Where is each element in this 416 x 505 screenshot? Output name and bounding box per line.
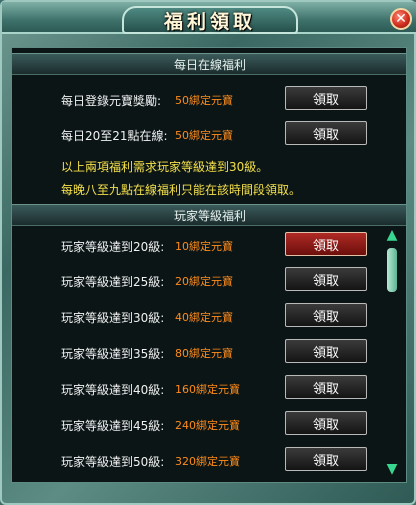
claim-button-level-20[interactable]: 領取 (285, 232, 367, 256)
level-row-label: 玩家等級達到40級: (61, 383, 165, 397)
daily-row-label: 每日登錄元寶獎勵: (61, 94, 162, 108)
level-row: 玩家等級達到20級: 10綁定元寶 領取 (12, 232, 406, 258)
level-row-reward: 10綁定元寶 (175, 240, 233, 253)
welfare-window: 福利領取 ✕ 每日在線福利 每日登錄元寶獎勵: 50綁定元寶 領取 每日20至2… (0, 0, 416, 505)
daily-section-title: 每日在線福利 (173, 57, 246, 72)
claim-button-daily-login[interactable]: 領取 (285, 86, 367, 110)
level-section-header: 玩家等級福利 (12, 204, 406, 226)
claim-button-level-45[interactable]: 領取 (285, 411, 367, 435)
level-row-label: 玩家等級達到20級: (61, 240, 165, 254)
title-bar[interactable]: 福利領取 ✕ (2, 2, 416, 34)
daily-row-online: 每日20至21點在線: 50綁定元寶 領取 (12, 121, 406, 147)
daily-row-login: 每日登錄元寶獎勵: 50綁定元寶 領取 (12, 86, 406, 112)
claim-button-daily-online[interactable]: 領取 (285, 121, 367, 145)
close-icon: ✕ (395, 11, 407, 27)
title-plate: 福利領取 (122, 6, 298, 34)
level-row: 玩家等級達到40級: 160綁定元寶 領取 (12, 375, 406, 401)
level-row-reward: 320綁定元寶 (175, 455, 240, 468)
level-row-reward: 160綁定元寶 (175, 383, 240, 396)
claim-button-level-35[interactable]: 領取 (285, 339, 367, 363)
level-row-reward: 20綁定元寶 (175, 275, 233, 288)
level-section-title: 玩家等級福利 (173, 208, 246, 223)
scrollbar[interactable]: ▲ ▼ (384, 228, 400, 478)
level-row: 玩家等級達到50級: 320綁定元寶 領取 (12, 447, 406, 473)
scroll-down-arrow-icon[interactable]: ▼ (384, 462, 400, 476)
scroll-thumb[interactable] (387, 248, 397, 292)
daily-row-reward: 50綁定元寶 (175, 129, 233, 142)
level-row-reward: 80綁定元寶 (175, 347, 233, 360)
claim-button-level-40[interactable]: 領取 (285, 375, 367, 399)
daily-section-header: 每日在線福利 (12, 53, 406, 75)
level-row: 玩家等級達到35級: 80綁定元寶 領取 (12, 339, 406, 365)
level-row-reward: 240綁定元寶 (175, 419, 240, 432)
content-panel: 每日在線福利 每日登錄元寶獎勵: 50綁定元寶 領取 每日20至21點在線: 5… (11, 47, 407, 483)
level-row-reward: 40綁定元寶 (175, 311, 233, 324)
level-row: 玩家等級達到25級: 20綁定元寶 領取 (12, 267, 406, 293)
claim-button-level-30[interactable]: 領取 (285, 303, 367, 327)
level-row-label: 玩家等級達到25級: (61, 275, 165, 289)
level-row: 玩家等級達到30級: 40綁定元寶 領取 (12, 303, 406, 329)
level-row-label: 玩家等級達到50級: (61, 455, 165, 469)
close-button[interactable]: ✕ (390, 8, 412, 30)
daily-note-timewindow: 每晚八至九點在線福利只能在該時間段領取。 (61, 183, 302, 197)
level-row: 玩家等級達到45級: 240綁定元寶 領取 (12, 411, 406, 437)
window-title: 福利領取 (163, 10, 256, 33)
daily-note-requirement: 以上兩項福利需求玩家等級達到30級。 (61, 160, 269, 174)
scroll-up-arrow-icon[interactable]: ▲ (384, 228, 400, 242)
claim-button-level-25[interactable]: 領取 (285, 267, 367, 291)
level-row-label: 玩家等級達到35級: (61, 347, 165, 361)
daily-row-label: 每日20至21點在線: (61, 129, 168, 143)
claim-button-level-50[interactable]: 領取 (285, 447, 367, 471)
level-row-label: 玩家等級達到45級: (61, 419, 165, 433)
level-row-label: 玩家等級達到30級: (61, 311, 165, 325)
daily-row-reward: 50綁定元寶 (175, 94, 233, 107)
